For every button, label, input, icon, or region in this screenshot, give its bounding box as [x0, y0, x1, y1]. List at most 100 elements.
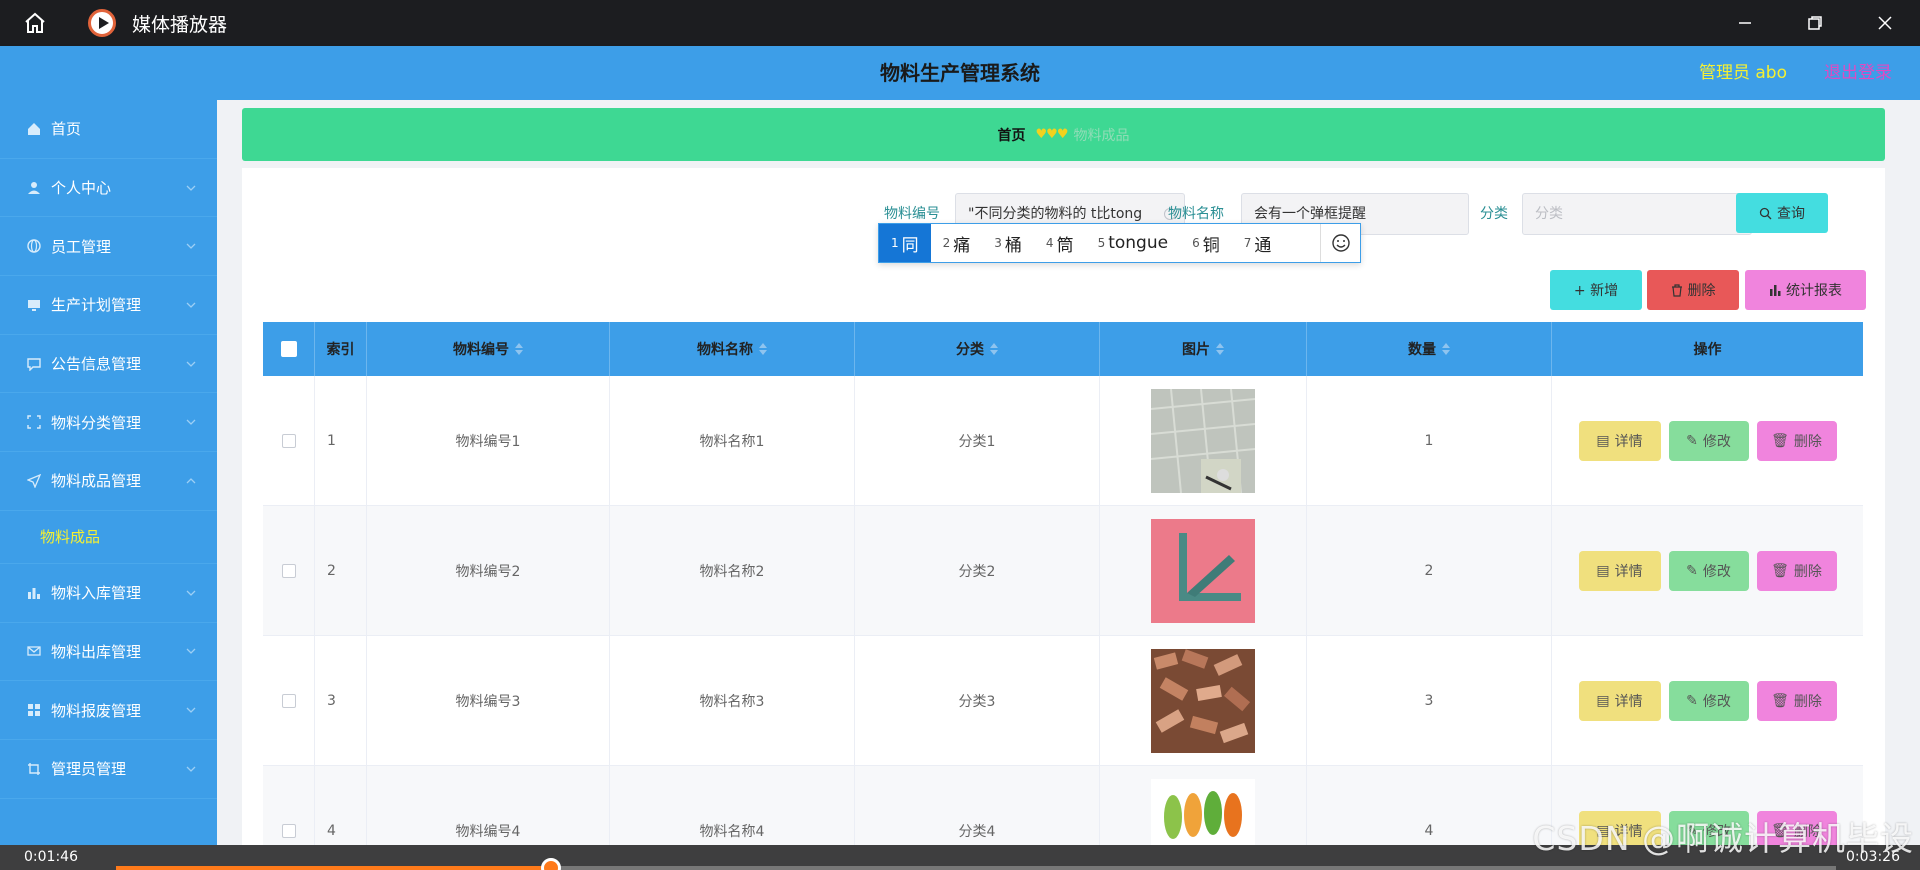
- ime-candidate-bar: 1同 2痛 3桶 4筒 5 tongue 6铜 7通: [878, 223, 1361, 263]
- emoji-icon[interactable]: [1320, 224, 1360, 262]
- ime-candidate[interactable]: 5 tongue: [1086, 224, 1181, 262]
- sidebar-item-plan[interactable]: 生产计划管理: [0, 276, 217, 335]
- restore-button[interactable]: [1780, 0, 1850, 46]
- cell-category: 分类1: [855, 376, 1100, 505]
- player-home-button[interactable]: [0, 0, 70, 46]
- trash-icon: [1671, 283, 1682, 297]
- current-time: 0:01:46: [24, 849, 78, 865]
- delete-button[interactable]: 🗑 删除: [1756, 420, 1837, 461]
- category-label: 分类: [1480, 206, 1508, 222]
- column-code[interactable]: 物料编号: [367, 322, 610, 376]
- detail-button[interactable]: ▤ 详情: [1578, 550, 1661, 591]
- sidebar-item-inbound[interactable]: 物料入库管理: [0, 564, 217, 623]
- cell-image: [1100, 506, 1307, 635]
- edit-button[interactable]: ✎ 修改: [1668, 420, 1749, 461]
- select-all-cell: [263, 322, 315, 376]
- sidebar-item-label: 员工管理: [51, 237, 112, 256]
- sort-icon[interactable]: [515, 343, 523, 355]
- breadcrumb-home[interactable]: 首页: [998, 125, 1026, 145]
- sidebar-item-label: 个人中心: [51, 179, 112, 198]
- mail-icon: [26, 643, 42, 659]
- sidebar-item-category[interactable]: 物料分类管理: [0, 393, 217, 453]
- page-scrollbar[interactable]: [1910, 100, 1920, 845]
- frame-icon: [26, 414, 42, 430]
- ime-candidate[interactable]: 1同: [879, 224, 931, 262]
- sort-icon[interactable]: [1216, 343, 1224, 355]
- edit-button[interactable]: ✎ 修改: [1668, 550, 1749, 591]
- row-checkbox[interactable]: [281, 563, 296, 578]
- chevron-down-icon: [186, 302, 196, 308]
- app-header: 物料生产管理系统 管理员 abo 退出登录: [0, 46, 1920, 100]
- query-button[interactable]: 查询: [1736, 193, 1828, 233]
- sidebar-item-label: 物料出库管理: [51, 642, 142, 661]
- cell-index: 2: [315, 506, 367, 635]
- sort-icon[interactable]: [990, 343, 998, 355]
- sidebar-item-admin[interactable]: 管理员管理: [0, 740, 217, 799]
- edit-button[interactable]: ✎ 修改: [1668, 680, 1749, 721]
- sidebar-item-finished[interactable]: 物料成品管理: [0, 452, 217, 511]
- ime-candidate[interactable]: 4筒: [1034, 224, 1086, 262]
- add-button[interactable]: + 新增: [1550, 270, 1642, 310]
- row-checkbox[interactable]: [281, 433, 296, 448]
- sidebar-subitem-finished[interactable]: 物料成品: [0, 511, 217, 564]
- sort-icon[interactable]: [759, 343, 767, 355]
- ime-candidate[interactable]: 2痛: [931, 224, 983, 262]
- restore-icon: [1808, 16, 1822, 30]
- category-search-input[interactable]: 分类: [1522, 193, 1752, 235]
- sidebar-item-label: 物料入库管理: [51, 584, 142, 603]
- product-thumbnail[interactable]: [1151, 518, 1255, 623]
- product-thumbnail[interactable]: [1151, 778, 1255, 846]
- breadcrumb-current: 物料成品: [1073, 127, 1130, 144]
- product-thumbnail[interactable]: [1151, 388, 1255, 493]
- column-category[interactable]: 分类: [855, 322, 1100, 376]
- sort-icon[interactable]: [1442, 343, 1450, 355]
- progress-knob[interactable]: [541, 858, 562, 870]
- doc-icon: ▤: [1596, 432, 1610, 449]
- column-name[interactable]: 物料名称: [610, 322, 855, 376]
- batch-delete-button[interactable]: 删除: [1647, 270, 1739, 310]
- minimize-button[interactable]: [1710, 0, 1780, 46]
- data-table: 索引 物料编号 物料名称 分类 图片 数量 操作 1 物料编号1 物料名称1 分…: [263, 322, 1863, 845]
- send-icon: [26, 473, 42, 489]
- ime-candidate[interactable]: 7通: [1232, 224, 1284, 262]
- content-panel: 物料编号 "不同分类的物料的 t比tong 物料名称 会有一个弹框提醒 分类 分…: [242, 168, 1885, 845]
- cell-code: 物料编号1: [367, 376, 610, 505]
- chevron-up-icon: [186, 478, 196, 484]
- row-checkbox[interactable]: [281, 693, 296, 708]
- column-image[interactable]: 图片: [1100, 322, 1307, 376]
- logout-link[interactable]: 退出登录: [1824, 46, 1892, 100]
- cell-index: 4: [315, 766, 367, 845]
- column-quantity[interactable]: 数量: [1307, 322, 1552, 376]
- user-icon: [26, 180, 42, 196]
- sidebar-item-label: 物料分类管理: [51, 413, 142, 432]
- table-row: 3 物料编号3 物料名称3 分类3 3 ▤ 详情 ✎ 修改 🗑 删除: [263, 636, 1863, 766]
- sidebar-item-notice[interactable]: 公告信息管理: [0, 335, 217, 394]
- pencil-icon: ✎: [1686, 562, 1698, 579]
- watermark: CSDN @啊诚计算机毕设: [1532, 819, 1914, 858]
- ime-candidate[interactable]: 3桶: [982, 224, 1034, 262]
- report-button[interactable]: 统计报表: [1745, 270, 1866, 310]
- sidebar-item-outbound[interactable]: 物料出库管理: [0, 623, 217, 682]
- sidebar-item-scrap[interactable]: 物料报废管理: [0, 681, 217, 740]
- delete-button[interactable]: 🗑 删除: [1756, 680, 1837, 721]
- column-index: 索引: [315, 322, 367, 376]
- sidebar-item-personal[interactable]: 个人中心: [0, 159, 217, 218]
- cell-actions: ▤ 详情 ✎ 修改 🗑 删除: [1552, 376, 1863, 505]
- progress-bar[interactable]: [116, 858, 1836, 870]
- table-row: 2 物料编号2 物料名称2 分类2 2 ▤ 详情 ✎ 修改 🗑 删除: [263, 506, 1863, 636]
- sidebar-item-staff[interactable]: 员工管理: [0, 217, 217, 277]
- delete-button[interactable]: 🗑 删除: [1756, 550, 1837, 591]
- bar-chart-icon: [1770, 285, 1781, 296]
- cell-code: 物料编号3: [367, 636, 610, 765]
- minimize-icon: [1739, 22, 1751, 24]
- product-thumbnail[interactable]: [1151, 648, 1255, 753]
- sidebar-item-home[interactable]: 首页: [0, 100, 217, 159]
- row-checkbox[interactable]: [281, 823, 296, 838]
- close-button[interactable]: [1850, 0, 1920, 46]
- ime-candidate[interactable]: 6铜: [1180, 224, 1232, 262]
- cell-quantity: 3: [1307, 636, 1552, 765]
- select-all-checkbox[interactable]: [280, 341, 297, 357]
- detail-button[interactable]: ▤ 详情: [1578, 680, 1661, 721]
- detail-button[interactable]: ▤ 详情: [1578, 420, 1661, 461]
- cell-actions: ▤ 详情 ✎ 修改 🗑 删除: [1552, 636, 1863, 765]
